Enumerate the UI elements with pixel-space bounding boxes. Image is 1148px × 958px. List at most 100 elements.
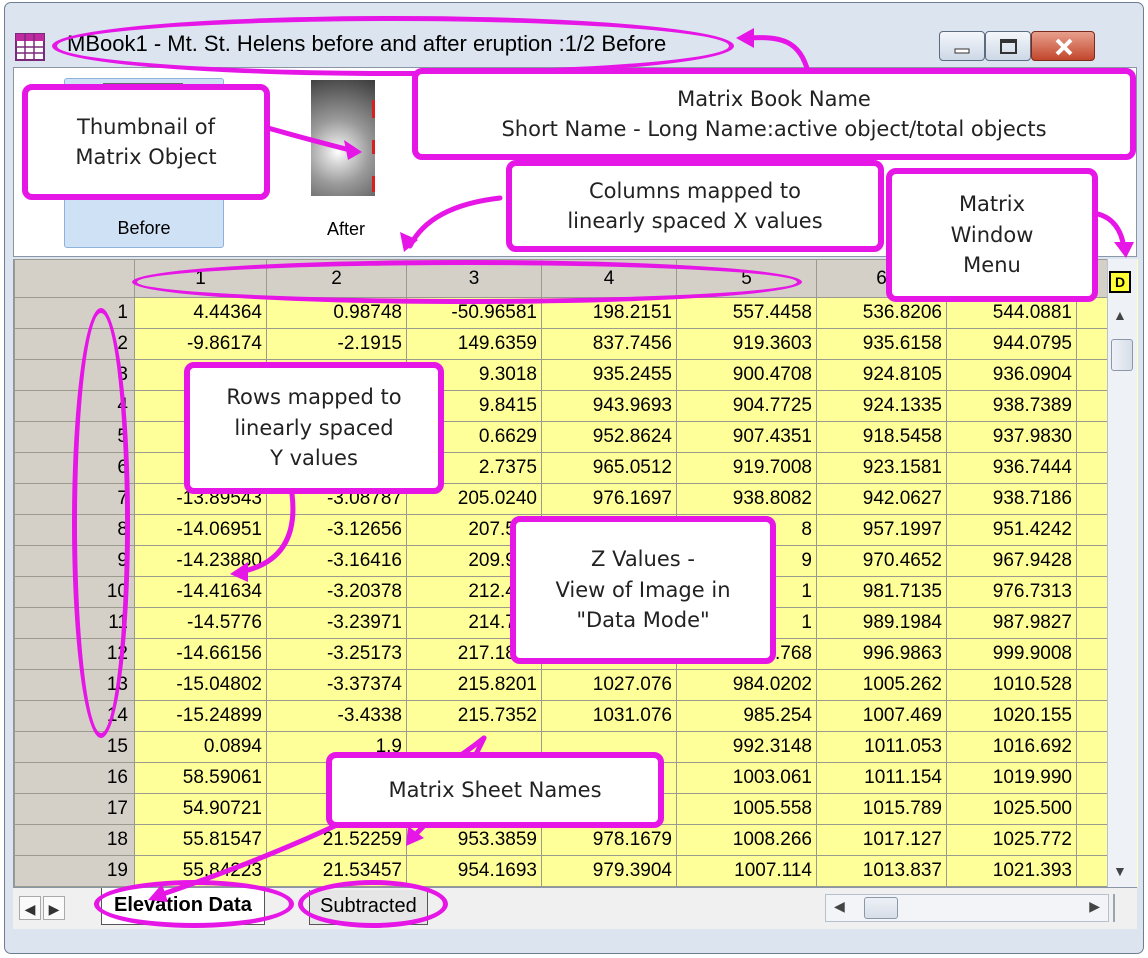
corner-cell[interactable] — [14, 259, 135, 298]
matrix-cell[interactable]: 1011.154 — [816, 762, 947, 794]
matrix-cell[interactable]: 985.254 — [676, 700, 817, 732]
matrix-cell[interactable]: 979.3904 — [541, 855, 677, 887]
matrix-cell[interactable]: 938.7186 — [946, 483, 1077, 515]
matrix-cell[interactable]: 935.6158 — [816, 328, 947, 360]
matrix-cell[interactable]: 1027.076 — [541, 669, 677, 701]
matrix-cell[interactable]: 965.0512 — [541, 452, 677, 484]
matrix-cell[interactable]: 1025.500 — [946, 793, 1077, 825]
matrix-cell[interactable]: 900.4708 — [676, 359, 817, 391]
matrix-cell[interactable]: 984.0202 — [676, 669, 817, 701]
matrix-cell[interactable]: 0.0894 — [134, 731, 267, 763]
matrix-cell[interactable]: 149.6359 — [406, 328, 542, 360]
matrix-cell[interactable]: -3.4338 — [266, 700, 407, 732]
horizontal-scroll-thumb[interactable] — [864, 897, 898, 919]
matrix-cell[interactable]: 54.90721 — [134, 793, 267, 825]
matrix-cell[interactable]: 938.8082 — [676, 483, 817, 515]
matrix-cell[interactable]: 536.8206 — [816, 297, 947, 329]
matrix-cell[interactable]: 1015.789 — [816, 793, 947, 825]
matrix-cell[interactable]: 989.1984 — [816, 607, 947, 639]
matrix-cell[interactable]: 557.4458 — [676, 297, 817, 329]
matrix-cell[interactable]: -15.24899 — [134, 700, 267, 732]
matrix-cell[interactable]: 937.9830 — [946, 421, 1077, 453]
matrix-cell[interactable]: -14.5776 — [134, 607, 267, 639]
matrix-cell[interactable]: 981.7135 — [816, 576, 947, 608]
matrix-cell[interactable]: 837.7456 — [541, 328, 677, 360]
matrix-cell[interactable]: 215.8201 — [406, 669, 542, 701]
matrix-cell[interactable]: 1007.469 — [816, 700, 947, 732]
matrix-cell[interactable]: 970.4652 — [816, 545, 947, 577]
vertical-scroll-thumb[interactable] — [1111, 339, 1133, 371]
matrix-window-menu-button[interactable]: D — [1109, 271, 1131, 293]
matrix-cell[interactable]: 987.9827 — [946, 607, 1077, 639]
matrix-cell[interactable]: 1016.692 — [946, 731, 1077, 763]
matrix-cell[interactable]: 953.3859 — [406, 824, 542, 856]
matrix-cell[interactable]: 544.0881 — [946, 297, 1077, 329]
matrix-cell[interactable]: 923.1581 — [816, 452, 947, 484]
matrix-cell[interactable]: 938.7389 — [946, 390, 1077, 422]
matrix-cell[interactable]: 1010.528 — [946, 669, 1077, 701]
matrix-cell[interactable]: 943.9693 — [541, 390, 677, 422]
matrix-cell[interactable]: 935.2455 — [541, 359, 677, 391]
matrix-cell[interactable]: 992.3148 — [676, 731, 817, 763]
matrix-cell[interactable]: 957.1997 — [816, 514, 947, 546]
row-header[interactable]: 14 — [14, 700, 135, 732]
row-header[interactable]: 18 — [14, 824, 135, 856]
matrix-cell[interactable]: 1007.114 — [676, 855, 817, 887]
row-header[interactable]: 19 — [14, 855, 135, 887]
matrix-cell[interactable]: -3.37374 — [266, 669, 407, 701]
matrix-cell[interactable]: 58.59061 — [134, 762, 267, 794]
row-header[interactable]: 1 — [14, 297, 135, 329]
matrix-cell[interactable]: -15.04802 — [134, 669, 267, 701]
row-header[interactable]: 17 — [14, 793, 135, 825]
matrix-cell[interactable]: 936.7444 — [946, 452, 1077, 484]
matrix-cell[interactable]: 996.9863 — [816, 638, 947, 670]
matrix-cell[interactable]: 1021.393 — [946, 855, 1077, 887]
matrix-cell[interactable]: 936.0904 — [946, 359, 1077, 391]
matrix-cell[interactable]: -3.25173 — [266, 638, 407, 670]
matrix-cell[interactable]: 944.0795 — [946, 328, 1077, 360]
matrix-cell[interactable]: -14.41634 — [134, 576, 267, 608]
matrix-cell[interactable]: -3.20378 — [266, 576, 407, 608]
matrix-cell[interactable]: -3.23971 — [266, 607, 407, 639]
scroll-up-icon[interactable]: ▲ — [1113, 307, 1127, 323]
minimize-button[interactable] — [939, 31, 985, 61]
scroll-left-icon[interactable]: ◀ — [834, 898, 845, 915]
scroll-right-icon[interactable]: ▶ — [1089, 898, 1100, 915]
matrix-cell[interactable]: 1031.076 — [541, 700, 677, 732]
matrix-cell[interactable]: 924.1335 — [816, 390, 947, 422]
matrix-cell[interactable]: 21.52259 — [266, 824, 407, 856]
matrix-cell[interactable]: 1025.772 — [946, 824, 1077, 856]
matrix-cell[interactable]: -3.12656 — [266, 514, 407, 546]
matrix-cell[interactable]: 1013.837 — [816, 855, 947, 887]
matrix-cell[interactable]: -14.23880 — [134, 545, 267, 577]
tab-next-icon[interactable]: ▶ — [43, 896, 65, 920]
matrix-cell[interactable]: -14.06951 — [134, 514, 267, 546]
matrix-cell[interactable]: -3.16416 — [266, 545, 407, 577]
matrix-cell[interactable]: 919.3603 — [676, 328, 817, 360]
matrix-cell[interactable]: 978.1679 — [541, 824, 677, 856]
row-header[interactable]: 15 — [14, 731, 135, 763]
maximize-button[interactable] — [985, 31, 1031, 61]
matrix-cell[interactable]: 1005.262 — [816, 669, 947, 701]
matrix-cell[interactable]: 1019.990 — [946, 762, 1077, 794]
matrix-cell[interactable]: -14.66156 — [134, 638, 267, 670]
matrix-cell[interactable]: 1017.127 — [816, 824, 947, 856]
matrix-cell[interactable]: -9.86174 — [134, 328, 267, 360]
matrix-cell[interactable]: 952.8624 — [541, 421, 677, 453]
matrix-cell[interactable]: 1011.053 — [816, 731, 947, 763]
matrix-cell[interactable]: 967.9428 — [946, 545, 1077, 577]
matrix-cell[interactable]: 942.0627 — [816, 483, 947, 515]
scroll-down-icon[interactable]: ▼ — [1113, 863, 1127, 879]
matrix-cell[interactable]: 924.8105 — [816, 359, 947, 391]
row-header[interactable]: 16 — [14, 762, 135, 794]
matrix-cell[interactable]: 918.5458 — [816, 421, 947, 453]
matrix-cell[interactable]: 1003.061 — [676, 762, 817, 794]
matrix-cell[interactable]: 4.44364 — [134, 297, 267, 329]
matrix-cell[interactable]: 1008.266 — [676, 824, 817, 856]
matrix-cell[interactable]: 976.1697 — [541, 483, 677, 515]
matrix-cell[interactable]: 951.4242 — [946, 514, 1077, 546]
matrix-cell[interactable]: 907.4351 — [676, 421, 817, 453]
matrix-cell[interactable]: 215.7352 — [406, 700, 542, 732]
matrix-cell[interactable]: 954.1693 — [406, 855, 542, 887]
matrix-cell[interactable]: -2.1915 — [266, 328, 407, 360]
